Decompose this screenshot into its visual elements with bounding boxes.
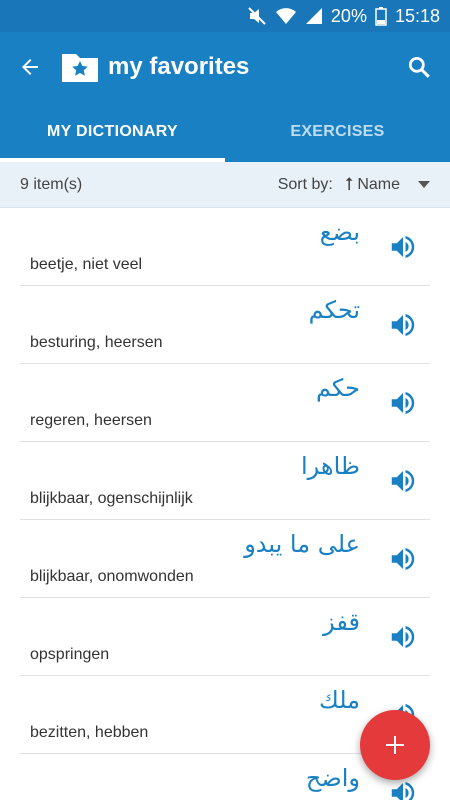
active-tab-indicator: [0, 158, 225, 162]
sort-direction-icon[interactable]: ⭡: [345, 174, 353, 195]
status-bar: 20% 15:18: [0, 0, 450, 32]
add-word-button[interactable]: [360, 710, 430, 780]
tab-my-dictionary[interactable]: MY DICTIONARY: [0, 102, 225, 162]
back-button[interactable]: [0, 32, 60, 102]
favorites-folder-icon: [62, 54, 98, 82]
list-item[interactable]: على ما يبدو blijkbaar, onomwonden: [20, 520, 430, 598]
word-arabic: بضع: [319, 218, 360, 246]
list-item[interactable]: بضع beetje, niet veel: [20, 208, 430, 286]
speaker-icon[interactable]: [388, 466, 418, 496]
speaker-icon[interactable]: [388, 544, 418, 574]
wifi-icon: [275, 6, 297, 26]
chevron-down-icon[interactable]: [418, 181, 430, 188]
plus-icon: [386, 736, 404, 754]
word-meaning: besturing, heersen: [30, 334, 163, 351]
word-arabic: حكم: [315, 374, 360, 402]
search-button[interactable]: [394, 42, 444, 92]
tab-bar: MY DICTIONARY EXERCISES: [0, 102, 450, 162]
sort-label: Sort by:: [277, 175, 333, 193]
list-item[interactable]: قفز opspringen: [20, 598, 430, 676]
signal-icon: [305, 7, 323, 25]
search-icon: [408, 56, 430, 78]
speaker-icon[interactable]: [388, 310, 418, 340]
word-meaning: blijkbaar, ogenschijnlijk: [30, 490, 193, 507]
word-meaning: beetje, niet veel: [30, 256, 143, 273]
speaker-icon[interactable]: [388, 388, 418, 418]
list-item[interactable]: حكم regeren, heersen: [20, 364, 430, 442]
list-item[interactable]: ظاهرا blijkbaar, ogenschijnlijk: [20, 442, 430, 520]
word-arabic: واضح: [305, 764, 360, 792]
back-arrow-icon: [22, 59, 38, 75]
item-count: 9 item(s): [20, 175, 83, 193]
word-meaning: bezitten, hebben: [30, 724, 149, 741]
list-toolbar: 9 item(s) Sort by: ⭡ Name: [0, 162, 450, 208]
clock: 15:18: [394, 5, 440, 26]
word-meaning: opspringen: [30, 646, 110, 663]
speaker-icon[interactable]: [388, 232, 418, 262]
speaker-icon[interactable]: [388, 778, 418, 800]
battery-icon: [375, 6, 387, 26]
page-title: my favorites: [108, 53, 250, 80]
word-arabic: على ما يبدو: [244, 530, 360, 558]
app-bar: my favorites: [0, 32, 450, 102]
tab-exercises[interactable]: EXERCISES: [225, 102, 450, 162]
list-item[interactable]: تحكم besturing, heersen: [20, 286, 430, 364]
battery-text: 20%: [330, 5, 367, 26]
word-arabic: قفز: [323, 608, 360, 636]
word-arabic: ملك: [318, 686, 360, 714]
word-meaning: regeren, heersen: [30, 412, 152, 429]
sort-select[interactable]: Name: [357, 176, 400, 194]
speaker-icon[interactable]: [388, 622, 418, 652]
mute-icon: [247, 6, 267, 26]
word-arabic: ظاهرا: [301, 452, 360, 480]
word-arabic: تحكم: [308, 296, 360, 324]
word-meaning: blijkbaar, onomwonden: [30, 568, 194, 585]
